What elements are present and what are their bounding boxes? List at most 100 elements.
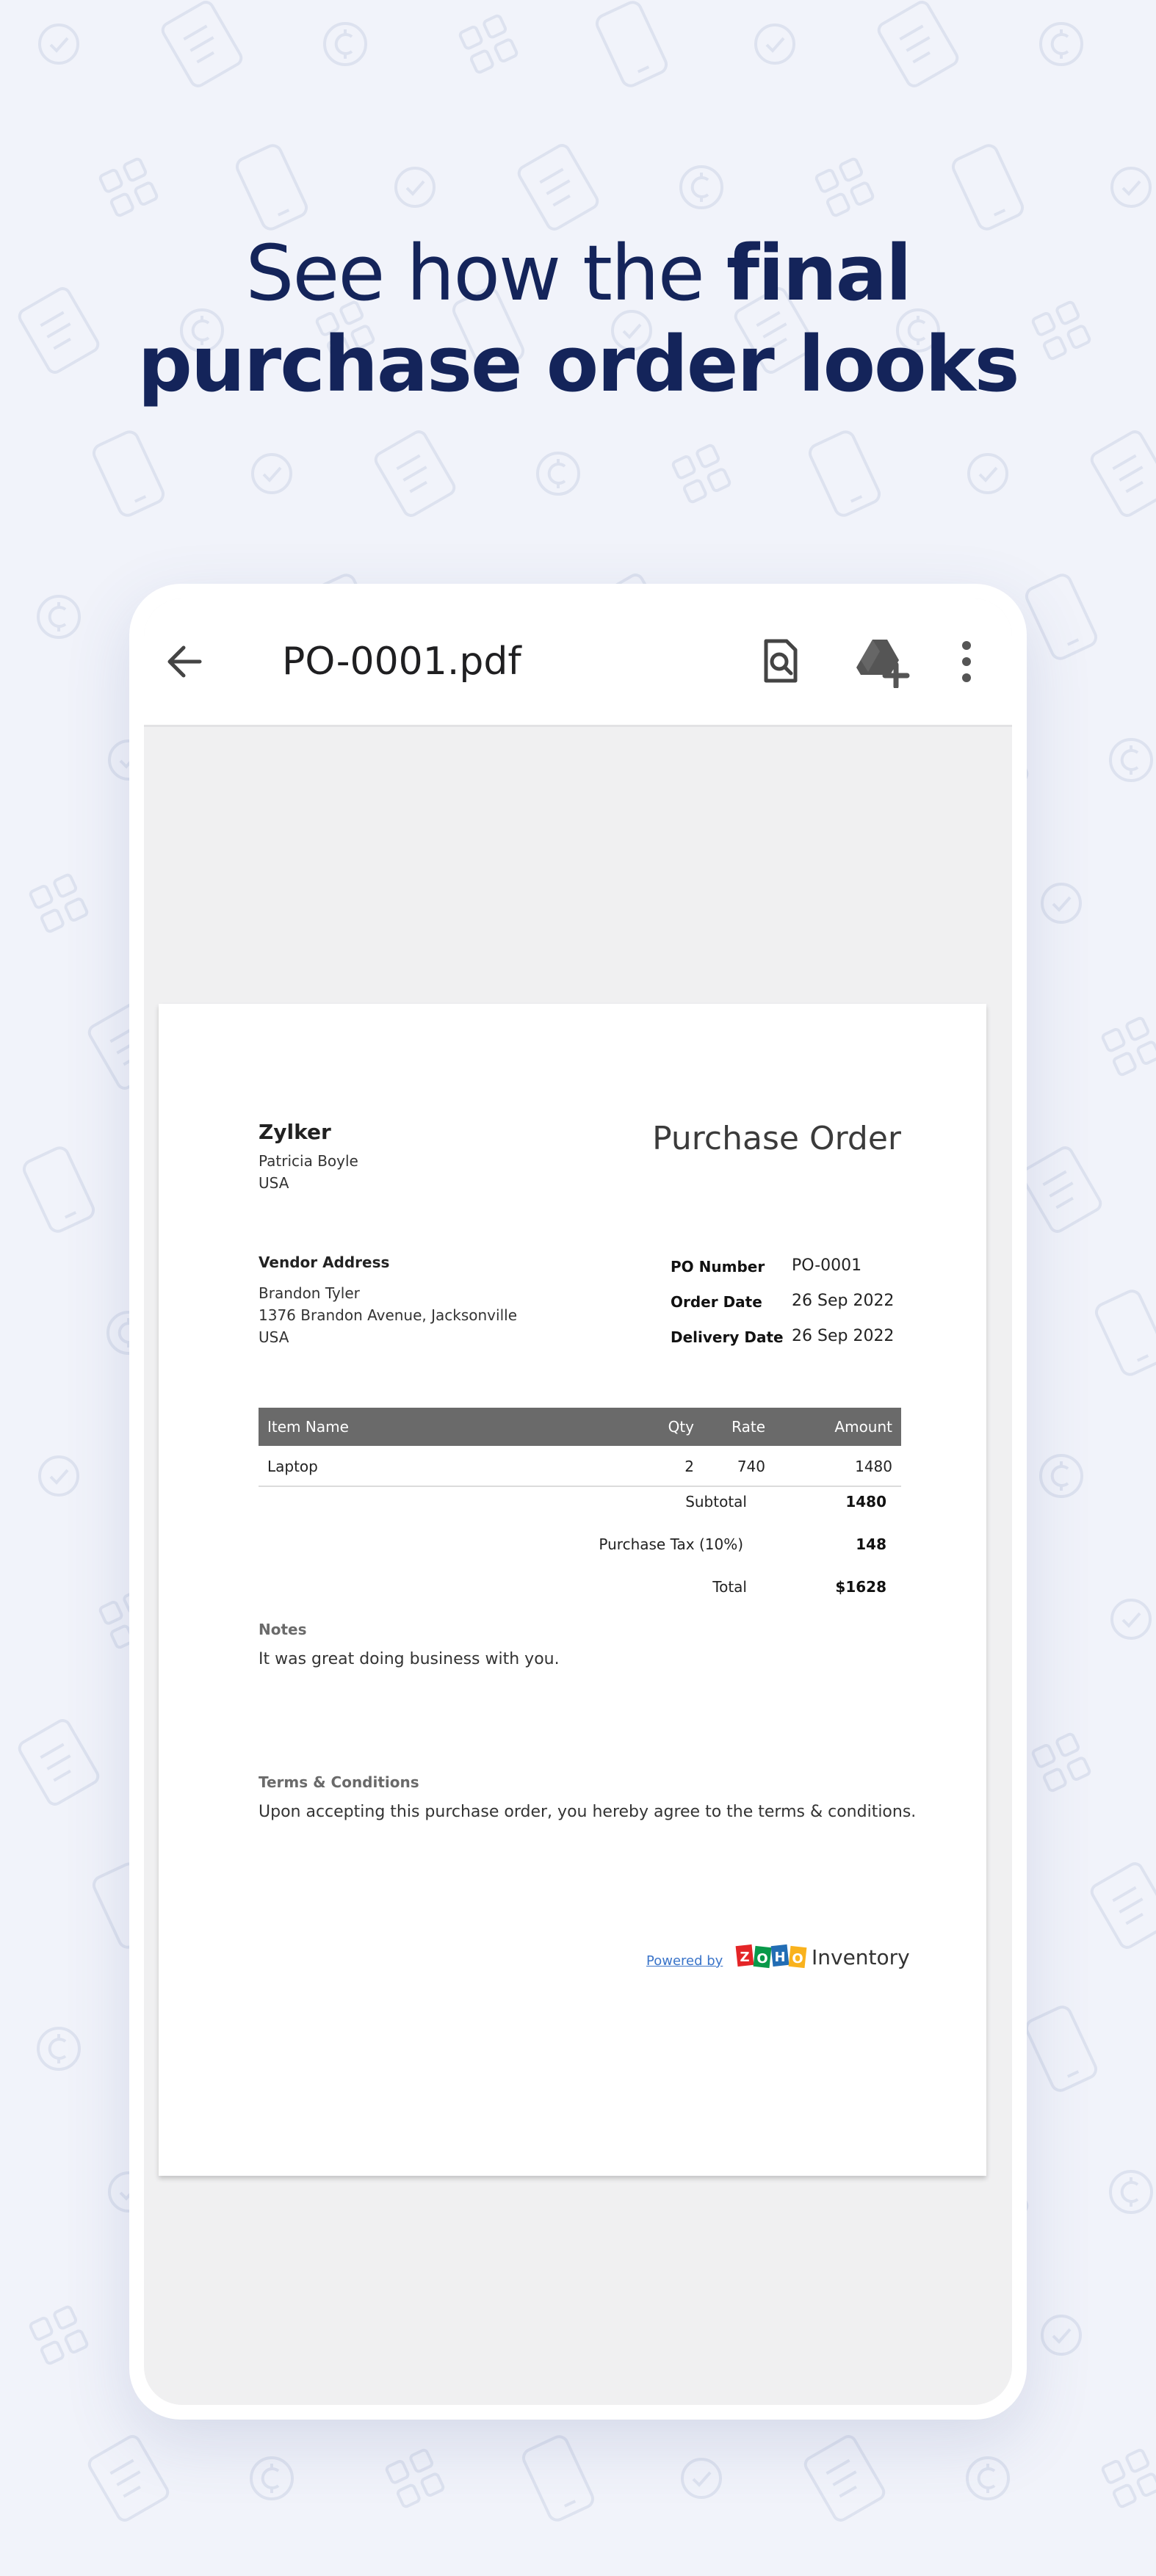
background-pattern-icon <box>1092 1287 1156 1379</box>
background-pattern-icon <box>1100 1016 1156 1077</box>
background-pattern-icon <box>1041 2315 1082 2356</box>
background-pattern-icon <box>233 141 311 234</box>
subtotal-row: Subtotal 1480 <box>259 1488 901 1518</box>
zoho-logo: Z O H O <box>735 1944 807 1969</box>
item-rate: 740 <box>737 1458 765 1475</box>
background-pattern-icon <box>593 0 671 90</box>
total-label: Total <box>712 1578 747 1596</box>
background-pattern-icon <box>1088 1859 1156 1952</box>
background-pattern-icon <box>806 427 884 520</box>
background-pattern-icon <box>28 872 90 934</box>
subtotal-value: 1480 <box>845 1493 886 1510</box>
document-search-icon[interactable] <box>754 635 806 687</box>
headline-line-2: purchase order looks <box>137 319 1019 409</box>
background-pattern-icon <box>1039 22 1083 66</box>
background-pattern-icon <box>394 167 436 208</box>
total-row: Total $1628 <box>259 1574 901 1603</box>
background-pattern-icon <box>801 2432 888 2525</box>
pdf-page: Zylker Patricia Boyle USA Purchase Order… <box>159 1004 986 2176</box>
background-pattern-icon <box>38 1455 79 1497</box>
order-date-value: 26 Sep 2022 <box>792 1292 895 1310</box>
background-pattern-icon <box>37 2027 81 2071</box>
background-pattern-icon <box>1110 1599 1152 1640</box>
header-amount: Amount <box>834 1418 892 1436</box>
header-rate: Rate <box>731 1418 765 1436</box>
background-pattern-icon <box>681 2458 722 2499</box>
document-title: Purchase Order <box>652 1120 901 1157</box>
terms-label: Terms & Conditions <box>259 1773 419 1791</box>
zoho-letter-h: H <box>774 1950 785 1965</box>
more-vertical-icon[interactable] <box>952 635 981 688</box>
background-pattern-icon <box>1100 2447 1156 2509</box>
background-pattern-icon <box>1109 2170 1153 2214</box>
background-pattern-icon <box>1110 167 1152 208</box>
background-pattern-icon <box>1022 2002 1100 2095</box>
background-pattern-icon <box>90 427 167 520</box>
headline-light-text: See how the <box>245 228 726 318</box>
vendor-country: USA <box>259 1328 289 1346</box>
zoho-letter-o1: O <box>756 1951 767 1967</box>
powered-by-link[interactable]: Powered by <box>646 1953 723 1969</box>
zoho-letter-z: Z <box>740 1950 749 1965</box>
background-pattern-icon <box>384 2447 446 2509</box>
app-bar: PO-0001.pdf <box>144 598 1012 727</box>
header-item-name: Item Name <box>267 1418 349 1436</box>
tax-label: Purchase Tax (10%) <box>599 1535 743 1553</box>
notes-label: Notes <box>259 1621 307 1638</box>
po-number-value: PO-0001 <box>792 1256 862 1275</box>
vendor-name: Brandon Tyler <box>259 1284 360 1302</box>
subtotal-label: Subtotal <box>685 1493 747 1510</box>
background-pattern-icon <box>85 2432 172 2525</box>
background-pattern-icon <box>814 156 875 218</box>
drive-add-icon[interactable] <box>853 635 912 688</box>
headline-bold-text: final <box>726 228 912 318</box>
order-date-label: Order Date <box>671 1293 762 1311</box>
background-pattern-icon <box>1018 1143 1105 1236</box>
background-pattern-icon <box>458 13 519 75</box>
delivery-date-label: Delivery Date <box>671 1328 784 1346</box>
background-pattern-icon <box>1088 427 1156 520</box>
background-pattern-icon <box>20 1143 98 1236</box>
tax-value: 148 <box>856 1535 886 1553</box>
background-pattern-icon <box>250 2456 294 2500</box>
tax-row: Purchase Tax (10%) 148 <box>259 1531 901 1560</box>
background-pattern-icon <box>159 0 245 90</box>
background-pattern-icon <box>323 22 367 66</box>
arrow-left-icon[interactable] <box>160 637 210 687</box>
vendor-address-label: Vendor Address <box>259 1253 390 1271</box>
item-amount: 1480 <box>855 1458 892 1475</box>
headline-line-1: See how the final <box>0 228 1156 319</box>
zoho-letter-o2: O <box>792 1951 803 1967</box>
background-pattern-icon <box>515 141 602 234</box>
background-pattern-icon <box>37 595 81 639</box>
vendor-street: 1376 Brandon Avenue, Jacksonville <box>259 1306 517 1324</box>
background-pattern-icon <box>1030 1732 1092 1793</box>
phone-frame: PO-0001.pdf Zylker Patricia Boyle USA Pu… <box>129 584 1027 2420</box>
terms-text: Upon accepting this purchase order, you … <box>259 1803 917 1821</box>
background-pattern-icon <box>1109 738 1153 782</box>
total-value: $1628 <box>835 1578 886 1596</box>
item-name: Laptop <box>267 1458 318 1475</box>
background-pattern-icon <box>372 427 458 520</box>
item-qty: 2 <box>684 1458 694 1475</box>
po-number-label: PO Number <box>671 1258 765 1276</box>
notes-text: It was great doing business with you. <box>259 1650 560 1668</box>
background-pattern-icon <box>251 453 292 494</box>
background-pattern-icon <box>98 156 159 218</box>
background-pattern-icon <box>536 452 580 496</box>
background-pattern-icon <box>966 2456 1010 2500</box>
company-contact: Patricia Boyle <box>259 1152 358 1170</box>
background-pattern-icon <box>875 0 961 90</box>
header-qty: Qty <box>668 1418 694 1436</box>
background-pattern-icon <box>1041 883 1082 924</box>
items-table-header: Item Name Qty Rate Amount <box>259 1408 901 1446</box>
company-name: Zylker <box>259 1120 331 1144</box>
inventory-product-name: Inventory <box>812 1945 910 1969</box>
background-pattern-icon <box>754 23 795 65</box>
background-pattern-icon <box>15 1716 102 1809</box>
background-pattern-icon <box>679 165 723 209</box>
table-row: Laptop 2 740 1480 <box>259 1447 901 1487</box>
background-pattern-icon <box>519 2432 597 2525</box>
background-pattern-icon <box>1022 571 1100 663</box>
background-pattern-icon <box>949 141 1027 234</box>
